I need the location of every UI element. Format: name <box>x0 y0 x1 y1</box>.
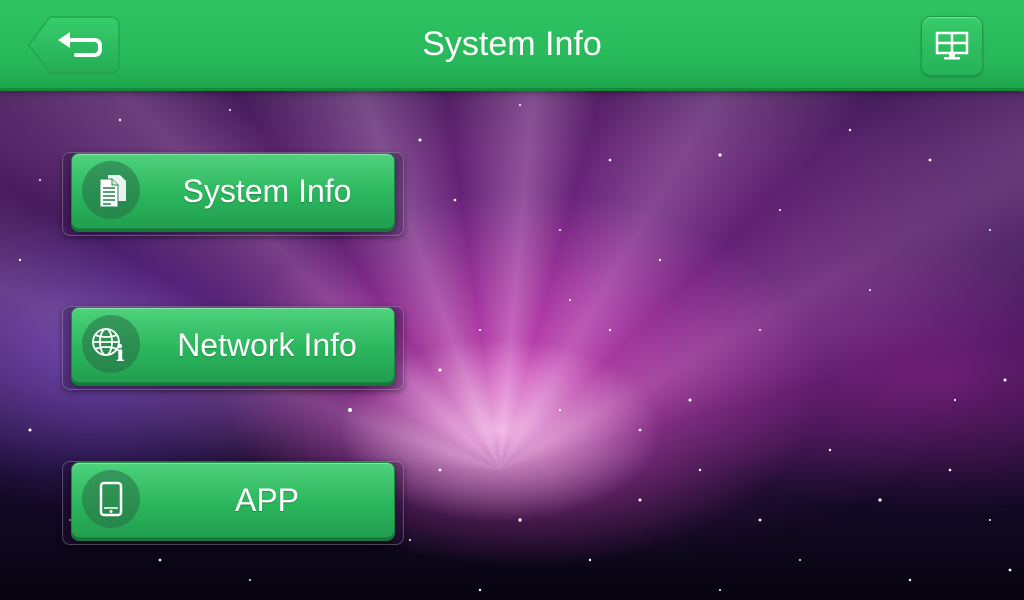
menu-slot-app: APP <box>62 461 404 545</box>
phone-icon <box>99 481 123 517</box>
menu-slot-network-info: i Network Info <box>62 306 404 390</box>
menu-slot-system-info: System Info <box>62 152 404 236</box>
system-info-button[interactable]: System Info <box>71 153 395 229</box>
icon-badge <box>82 161 140 219</box>
app-label: APP <box>234 482 300 518</box>
network-info-label: Network Info <box>177 327 357 363</box>
grid-monitor-icon <box>935 31 969 60</box>
system-info-label: System Info <box>182 173 352 209</box>
menu-button[interactable] <box>921 16 983 76</box>
top-bar: System Info <box>0 0 1024 91</box>
svg-text:i: i <box>116 341 124 367</box>
app-button[interactable]: APP <box>71 462 395 538</box>
network-info-button[interactable]: i Network Info <box>71 307 395 383</box>
icon-badge <box>82 470 140 528</box>
back-arrow-icon <box>28 16 120 74</box>
document-icon <box>99 175 126 208</box>
page-title: System Info <box>422 25 602 63</box>
back-button[interactable] <box>28 16 120 74</box>
